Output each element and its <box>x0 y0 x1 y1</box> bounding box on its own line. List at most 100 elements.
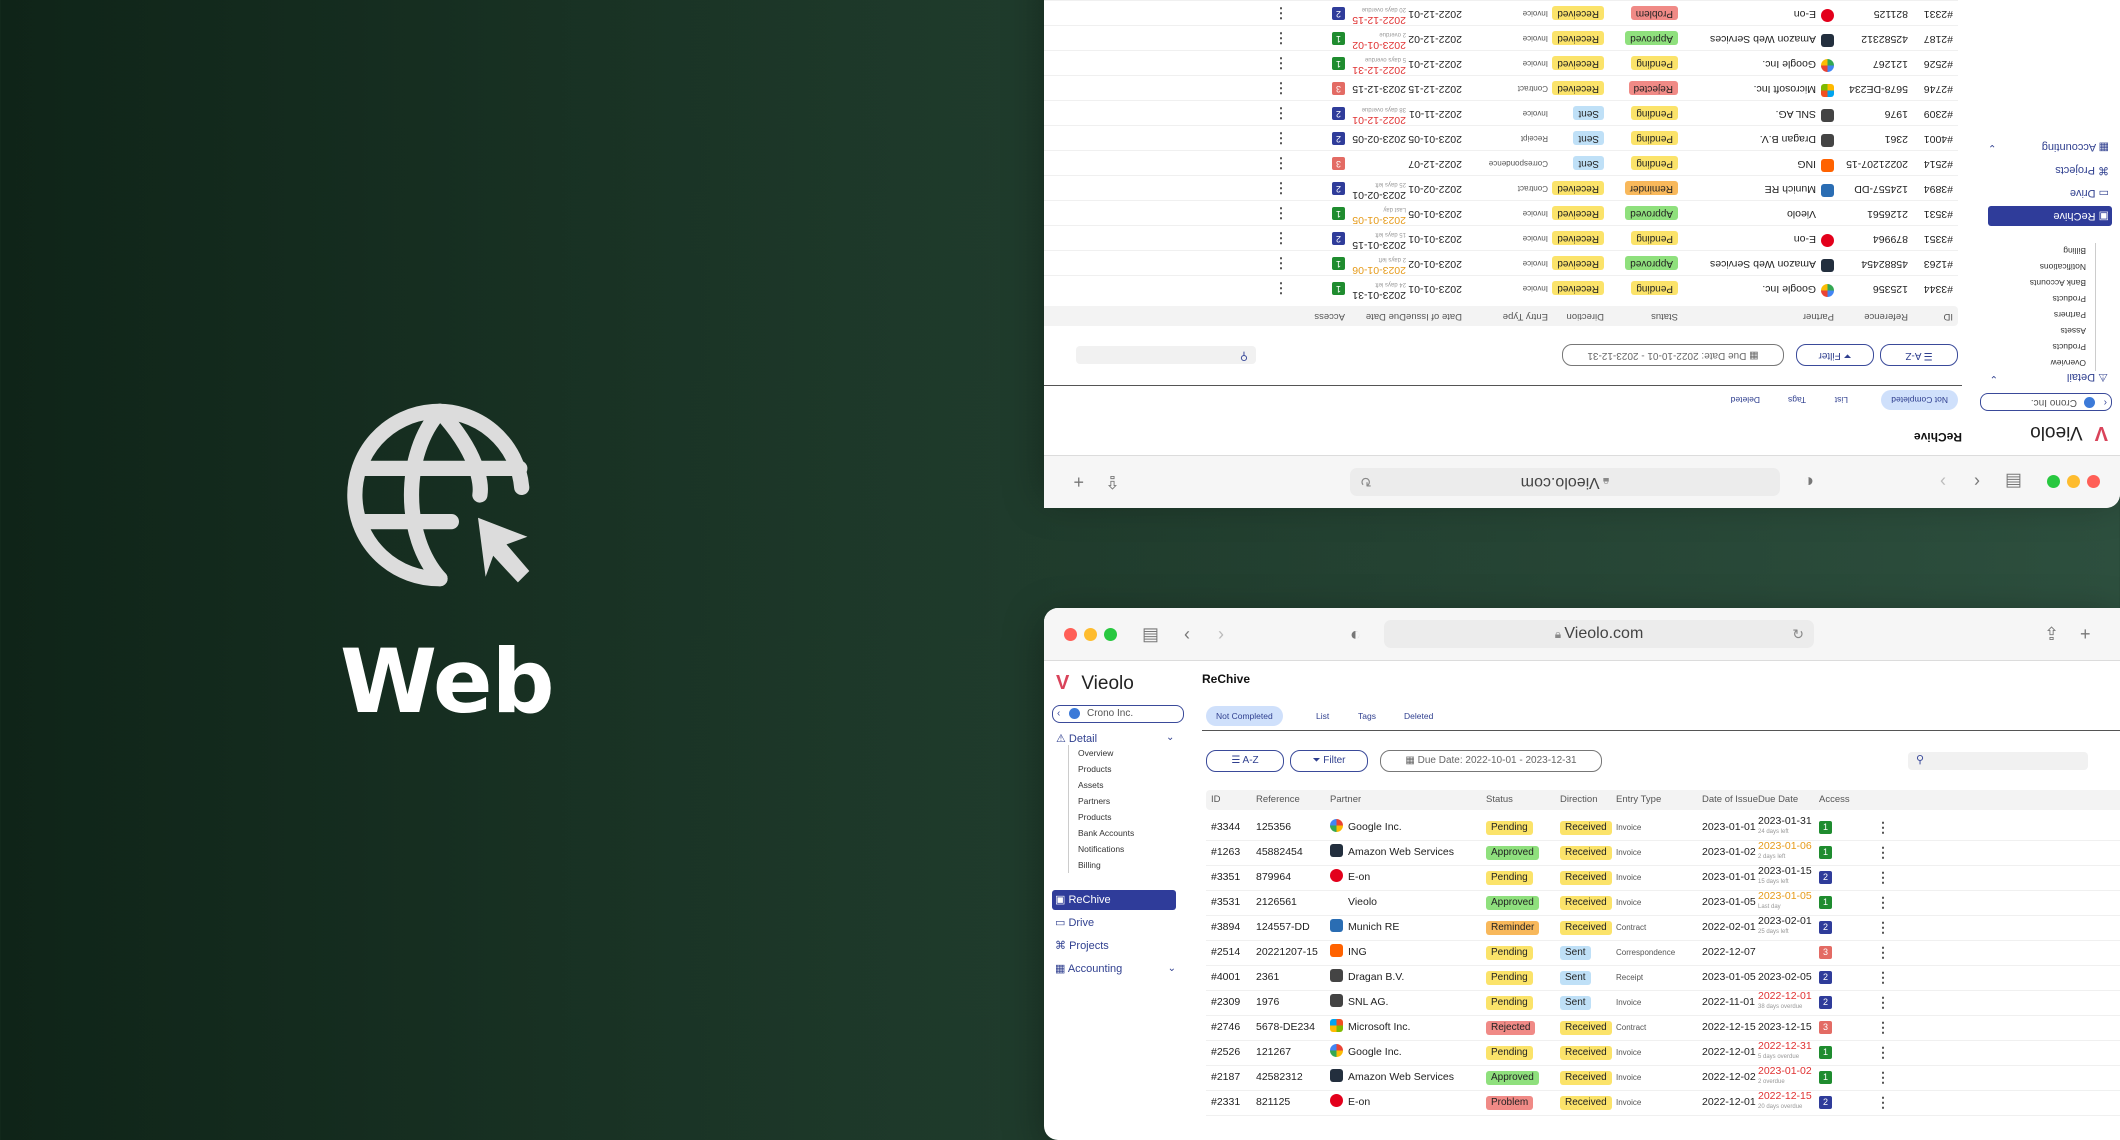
table-row[interactable]: #2746 5678-DE234 Microsoft Inc. Rejected Rec… <box>1206 1015 2120 1041</box>
company-switcher[interactable]: ‹ Crono Inc. <box>1052 705 1184 723</box>
column-header[interactable]: Partner <box>1330 790 1361 810</box>
sidebar-item-rechive[interactable]: ▣ ReChive <box>1988 206 2112 226</box>
column-header[interactable]: Status <box>1486 790 1513 810</box>
sidebar-item-accounting[interactable]: ▦ Accounting ⌄ <box>1052 959 1176 979</box>
row-partner[interactable]: E-on <box>1330 865 1370 890</box>
sidebar-subitem[interactable]: Billing <box>1078 857 1134 873</box>
table-row[interactable]: #3344 125356 Google Inc. Pending Received Inv… <box>1044 275 1958 301</box>
filter-button[interactable]: ⏷ Filter <box>1290 750 1368 772</box>
tab-deleted[interactable]: Deleted <box>1721 390 1770 410</box>
column-header[interactable]: Reference <box>1864 306 1908 326</box>
column-header[interactable]: Due Date <box>1366 306 1406 326</box>
row-partner[interactable]: ING <box>1330 940 1367 965</box>
more-options-icon[interactable]: ⋮ <box>1274 51 1288 76</box>
table-row[interactable]: #3531 2126561 Vieolo Approved Received Invoic… <box>1044 200 1958 226</box>
more-options-icon[interactable]: ⋮ <box>1274 176 1288 201</box>
row-partner[interactable]: ING <box>1797 151 1834 176</box>
more-options-icon[interactable]: ⋮ <box>1274 251 1288 276</box>
more-options-icon[interactable]: ⋮ <box>1876 965 1890 990</box>
sort-button[interactable]: ☰ A-Z <box>1880 344 1958 366</box>
more-options-icon[interactable]: ⋮ <box>1876 890 1890 915</box>
sidebar-toggle-icon[interactable]: ▤ <box>1142 623 1159 645</box>
table-row[interactable]: #2187 42582312 Amazon Web Services Approved… <box>1206 1065 2120 1091</box>
sidebar-subitem[interactable]: Assets <box>1078 777 1134 793</box>
table-row[interactable]: #2514 20221207-15 ING Pending Sent Correspond… <box>1206 940 2120 966</box>
tab-tags[interactable]: Tags <box>1348 706 1386 726</box>
sidebar-item-projects[interactable]: ⌘ Projects <box>1052 936 1176 956</box>
maximize-window-button[interactable] <box>1104 628 1117 641</box>
more-options-icon[interactable]: ⋮ <box>1876 840 1890 865</box>
sidebar-subitem[interactable]: Notifications <box>2030 259 2086 275</box>
table-row[interactable]: #1263 45882454 Amazon Web Services Approved… <box>1044 250 1958 276</box>
date-range-picker[interactable]: ▦ Due Date: 2022-10-01 - 2023-12-31 <box>1380 750 1602 772</box>
row-partner[interactable]: Google Inc. <box>1330 815 1402 840</box>
more-options-icon[interactable]: ⋮ <box>1274 1 1288 26</box>
sidebar-item-drive[interactable]: ▭ Drive <box>1052 913 1176 933</box>
row-partner[interactable]: Vieolo <box>1787 201 1834 226</box>
more-options-icon[interactable]: ⋮ <box>1876 815 1890 840</box>
row-partner[interactable]: Dragan B.V. <box>1760 126 1834 151</box>
table-row[interactable]: #2331 821125 E-on Problem Received Invoice 202… <box>1206 1090 2120 1116</box>
column-header[interactable]: Entry Type <box>1503 306 1548 326</box>
company-switcher[interactable]: ‹ Crono Inc. <box>1980 393 2112 411</box>
more-options-icon[interactable]: ⋮ <box>1274 151 1288 176</box>
column-header[interactable]: Access <box>1819 790 1850 810</box>
sidebar-item-drive[interactable]: ▭ Drive <box>1988 183 2112 203</box>
more-options-icon[interactable]: ⋮ <box>1876 865 1890 890</box>
sidebar-subitem[interactable]: Overview <box>2030 355 2086 371</box>
table-row[interactable]: #2309 1976 SNL AG. Pending Sent Invoice 2022-1… <box>1044 100 1958 126</box>
address-bar[interactable]: 🔒︎ Vieolo.com ↻ <box>1350 468 1780 496</box>
close-window-button[interactable] <box>2087 475 2100 488</box>
table-row[interactable]: #3894 124557-DD Munich RE Reminder Received C… <box>1044 175 1958 201</box>
more-options-icon[interactable]: ⋮ <box>1274 126 1288 151</box>
new-tab-icon[interactable]: + <box>1073 471 1084 493</box>
sidebar-subitem[interactable]: Bank Accounts <box>1078 825 1134 841</box>
row-partner[interactable]: Google Inc. <box>1330 1040 1402 1065</box>
tab-tags[interactable]: Tags <box>1778 390 1816 410</box>
row-partner[interactable]: E-on <box>1330 1090 1370 1115</box>
column-header[interactable]: Date of Issue <box>1702 790 1758 810</box>
row-partner[interactable]: Amazon Web Services <box>1710 26 1834 51</box>
more-options-icon[interactable]: ⋮ <box>1274 201 1288 226</box>
table-row[interactable]: #4001 2361 Dragan B.V. Pending Sent Receipt 20… <box>1044 125 1958 151</box>
reload-icon[interactable]: ↻ <box>1792 620 1804 648</box>
table-row[interactable]: #2526 121267 Google Inc. Pending Received Inv… <box>1044 50 1958 76</box>
table-row[interactable]: #3351 879964 E-on Pending Received Invoice 202… <box>1206 865 2120 891</box>
row-partner[interactable]: Amazon Web Services <box>1710 251 1834 276</box>
table-row[interactable]: #3351 879964 E-on Pending Received Invoice 202… <box>1044 225 1958 251</box>
more-options-icon[interactable]: ⋮ <box>1876 915 1890 940</box>
table-row[interactable]: #2331 821125 E-on Problem Received Invoice 202… <box>1044 0 1958 26</box>
more-options-icon[interactable]: ⋮ <box>1274 276 1288 301</box>
column-header[interactable]: Direction <box>1560 790 1598 810</box>
address-bar[interactable]: 🔒︎ Vieolo.com ↻ <box>1384 620 1814 648</box>
reload-icon[interactable]: ↻ <box>1360 468 1372 496</box>
sidebar-subitem[interactable]: Products <box>1078 761 1134 777</box>
chevron-down-icon[interactable]: ⌄ <box>1988 137 1996 157</box>
row-partner[interactable]: Dragan B.V. <box>1330 965 1404 990</box>
row-partner[interactable]: SNL AG. <box>1776 101 1834 126</box>
column-header[interactable]: ID <box>1944 306 1954 326</box>
column-header[interactable]: Access <box>1314 306 1345 326</box>
row-partner[interactable]: Munich RE <box>1765 176 1834 201</box>
chevron-down-icon[interactable]: ⌄ <box>1990 373 1998 384</box>
close-window-button[interactable] <box>1064 628 1077 641</box>
row-partner[interactable]: Microsoft Inc. <box>1330 1015 1410 1040</box>
table-row[interactable]: #3894 124557-DD Munich RE Reminder Received C… <box>1206 915 2120 941</box>
back-icon[interactable]: ‹ <box>1974 471 1980 493</box>
back-icon[interactable]: ‹ <box>1184 623 1190 645</box>
row-partner[interactable]: Vieolo <box>1330 890 1377 915</box>
table-row[interactable]: #2309 1976 SNL AG. Pending Sent Invoice 2022-1… <box>1206 990 2120 1016</box>
more-options-icon[interactable]: ⋮ <box>1274 26 1288 51</box>
row-partner[interactable]: Google Inc. <box>1762 51 1834 76</box>
more-options-icon[interactable]: ⋮ <box>1876 1090 1890 1115</box>
more-options-icon[interactable]: ⋮ <box>1274 226 1288 251</box>
column-header[interactable]: Partner <box>1803 306 1834 326</box>
row-partner[interactable]: E-on <box>1794 226 1834 251</box>
row-partner[interactable]: SNL AG. <box>1330 990 1388 1015</box>
sidebar-subitem[interactable]: Overview <box>1078 745 1134 761</box>
tab-list[interactable]: List <box>1825 390 1858 410</box>
table-row[interactable]: #4001 2361 Dragan B.V. Pending Sent Receipt 20… <box>1206 965 2120 991</box>
new-tab-icon[interactable]: + <box>2080 623 2091 645</box>
more-options-icon[interactable]: ⋮ <box>1876 940 1890 965</box>
date-range-picker[interactable]: ▦ Due Date: 2022-10-01 - 2023-12-31 <box>1562 344 1784 366</box>
